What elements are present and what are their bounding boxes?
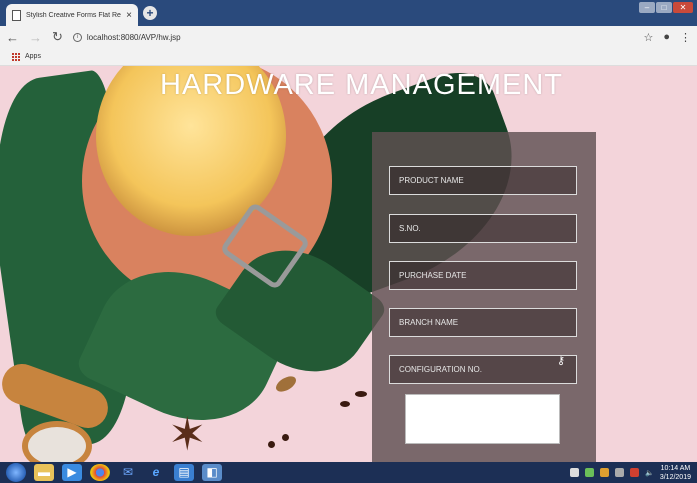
minimize-icon[interactable]: – xyxy=(639,2,655,13)
purchase-date-field[interactable] xyxy=(389,261,577,290)
address-bar[interactable]: i localhost:8080/AVP/hw.jsp xyxy=(72,32,634,42)
close-window-icon[interactable]: ✕ xyxy=(673,2,693,13)
reload-icon[interactable]: ↻ xyxy=(52,29,63,45)
system-tray: 🔈 10:14 AM 3/12/2019 xyxy=(570,464,691,482)
alert-icon[interactable] xyxy=(630,468,640,477)
internet-explorer-icon[interactable]: e xyxy=(146,464,166,481)
spice-decoration xyxy=(355,391,367,397)
page-icon xyxy=(12,9,21,21)
bookmark-star-icon[interactable]: ☆ xyxy=(643,31,653,44)
info-icon[interactable]: i xyxy=(72,32,82,42)
apps-bookmark[interactable]: Apps xyxy=(25,53,41,60)
browser-toolbar: ← → ↻ i localhost:8080/AVP/hw.jsp ☆ ● ⋮ xyxy=(0,26,697,48)
clock-time: 10:14 AM xyxy=(660,464,691,472)
back-icon[interactable]: ← xyxy=(6,30,19,45)
spice-decoration xyxy=(340,401,350,407)
apps-grid-icon[interactable] xyxy=(12,52,20,61)
network-icon[interactable] xyxy=(585,468,595,477)
window-controls: – □ ✕ xyxy=(639,2,693,13)
close-tab-icon[interactable]: × xyxy=(126,10,132,21)
new-tab-button[interactable]: + xyxy=(143,6,157,20)
app-icon[interactable]: ◧ xyxy=(202,464,222,481)
maximize-icon[interactable]: □ xyxy=(656,2,672,13)
star-anise-image: ✶ xyxy=(168,408,207,460)
flag-icon[interactable] xyxy=(570,468,580,477)
chrome-icon[interactable] xyxy=(90,464,110,481)
volume-icon[interactable]: 🔈 xyxy=(645,469,654,477)
spice-decoration xyxy=(273,373,299,395)
hardware-form: ⚷ xyxy=(372,132,596,462)
security-icon[interactable] xyxy=(600,468,610,477)
serial-number-field[interactable] xyxy=(389,214,577,243)
branch-name-field[interactable] xyxy=(389,308,577,337)
taskbar: ▬ ▶ ✉ e ▤ ◧ 🔈 10:14 AM 3/12/2019 xyxy=(0,462,697,483)
toolbar-right: ☆ ● ⋮ xyxy=(643,31,691,44)
browser-tab-strip: Stylish Creative Forms Flat Resp × + – □… xyxy=(0,0,697,26)
forward-icon[interactable]: → xyxy=(29,30,42,45)
configuration-number-field[interactable] xyxy=(389,355,577,384)
page-content: ✶ HARDWARE MANAGEMENT ⚷ xyxy=(0,66,697,462)
password-key-icon[interactable]: ⚷ xyxy=(557,354,565,367)
tab-title: Stylish Creative Forms Flat Resp xyxy=(26,11,122,19)
media-player-icon[interactable]: ▶ xyxy=(62,464,82,481)
bookmarks-bar: Apps xyxy=(0,48,697,66)
product-name-field[interactable] xyxy=(389,166,577,195)
description-textarea[interactable] xyxy=(405,394,560,444)
notepad-icon[interactable]: ▤ xyxy=(174,464,194,481)
start-orb-icon[interactable] xyxy=(6,463,26,482)
clock[interactable]: 10:14 AM 3/12/2019 xyxy=(660,464,691,482)
profile-icon[interactable]: ● xyxy=(663,31,670,44)
browser-tab[interactable]: Stylish Creative Forms Flat Resp × xyxy=(6,4,138,26)
spice-decoration xyxy=(282,434,289,441)
menu-icon[interactable]: ⋮ xyxy=(680,31,691,44)
clock-date: 3/12/2019 xyxy=(659,473,691,481)
battery-icon[interactable] xyxy=(615,468,625,477)
url-text[interactable]: localhost:8080/AVP/hw.jsp xyxy=(87,33,181,42)
file-explorer-icon[interactable]: ▬ xyxy=(34,464,54,481)
page-title: HARDWARE MANAGEMENT xyxy=(160,69,563,101)
email-icon[interactable]: ✉ xyxy=(118,464,138,481)
spice-decoration xyxy=(268,441,275,448)
